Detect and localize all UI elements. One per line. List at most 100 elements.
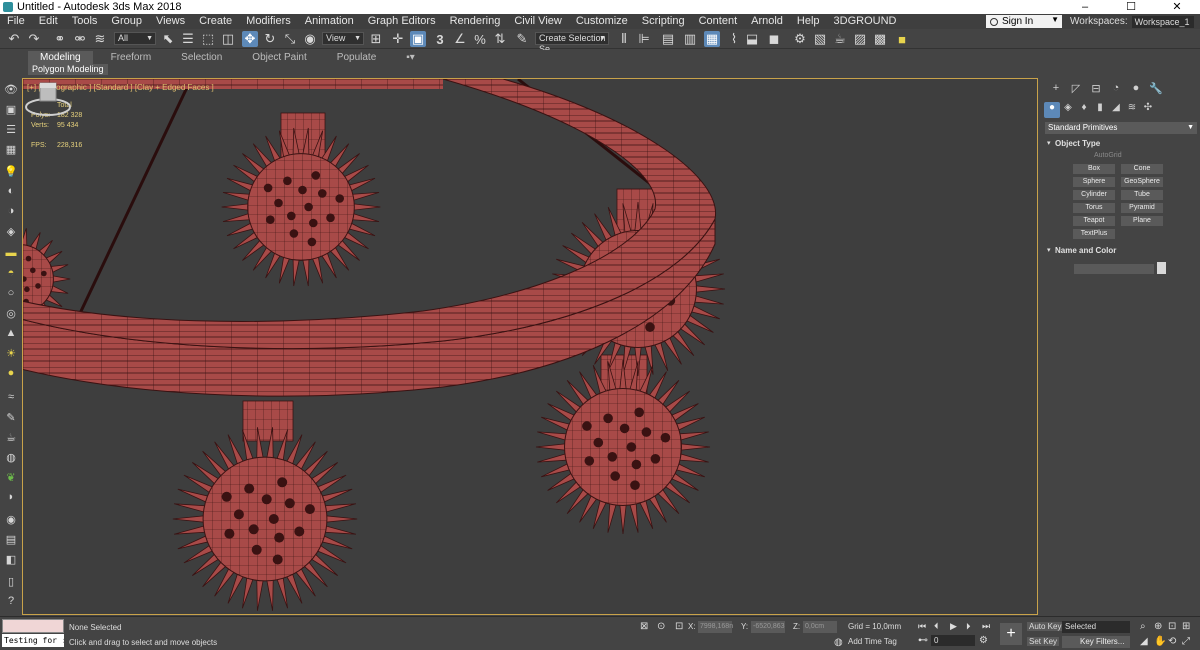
time-tag-icon[interactable]: ◍ (834, 637, 843, 648)
render-online-icon[interactable]: ▩ (872, 31, 888, 47)
set-key-mode-button[interactable]: + (1000, 623, 1022, 645)
help-icon[interactable]: ? (4, 594, 18, 608)
previous-frame-icon[interactable]: ⏴ (934, 621, 939, 632)
menu-edit[interactable]: Edit (32, 14, 65, 29)
sphere-icon[interactable]: ○ (4, 286, 18, 300)
maxscript-listener-input[interactable]: Testing for : (2, 634, 64, 647)
space-warps-icon[interactable]: ≋ (1124, 102, 1140, 118)
teapot-icon[interactable]: ☕ (4, 430, 18, 444)
plane-icon[interactable]: ◓ (4, 266, 18, 280)
menu-tools[interactable]: Tools (65, 14, 105, 29)
scene-explorer-icon[interactable]: ▤ (660, 31, 676, 47)
keyboard-shortcut-icon[interactable]: ▣ (410, 31, 426, 47)
menu-animation[interactable]: Animation (298, 14, 361, 29)
zoom-extents-icon[interactable]: ⊡ (1168, 621, 1176, 632)
render-icon[interactable]: ▤ (4, 532, 18, 546)
link-icon[interactable]: ⚭ (52, 31, 68, 47)
redo-icon[interactable]: ↷ (26, 31, 42, 47)
bind-space-warp-icon[interactable]: ≋ (92, 31, 108, 47)
menu-3dground[interactable]: 3DGROUND (827, 14, 904, 29)
cone-button[interactable]: Cone (1121, 164, 1163, 174)
field-of-view-icon[interactable]: ◢ (1140, 636, 1148, 647)
viewcube[interactable] (23, 79, 73, 119)
render-iterative-icon[interactable]: ▨ (852, 31, 868, 47)
align-icon[interactable]: ⊫ (636, 31, 652, 47)
spacewarp-icon[interactable]: ◈ (4, 224, 18, 238)
material-editor-icon[interactable]: ◼ (766, 31, 782, 47)
zoom-extents-all-icon[interactable]: ⊞ (1182, 621, 1190, 632)
selection-filter-dropdown[interactable]: All ▼ (114, 32, 156, 45)
pan-icon[interactable]: ✋ (1154, 636, 1166, 647)
primitive-category-dropdown[interactable]: Standard Primitives ▼ (1045, 122, 1197, 134)
display-tab-icon[interactable]: ● (1126, 82, 1146, 96)
device-icon[interactable]: ▯ (4, 574, 18, 588)
curve-editor-icon[interactable]: ⌇ (726, 31, 742, 47)
rotate-icon[interactable]: ↻ (262, 31, 278, 47)
named-selection-icon[interactable]: ✎ (514, 31, 530, 47)
minimize-button[interactable]: – (1062, 0, 1108, 14)
tab-freeform[interactable]: Freeform (99, 51, 164, 64)
pivot-center-icon[interactable]: ⊞ (368, 31, 384, 47)
menu-modifiers[interactable]: Modifiers (239, 14, 298, 29)
lock-selection-icon[interactable]: ⊠ (640, 621, 648, 632)
globe-icon[interactable]: ◍ (4, 450, 18, 464)
name-and-color-rollout[interactable]: Name and Color (1045, 245, 1197, 257)
select-by-name-icon[interactable]: ☰ (180, 31, 196, 47)
box-button[interactable]: Box (1073, 164, 1115, 174)
time-config-icon[interactable]: ⚙ (979, 635, 988, 646)
key-selection-dropdown[interactable]: Selected (1062, 621, 1130, 633)
object-type-rollout[interactable]: Object Type (1045, 138, 1197, 150)
shoe-icon[interactable]: ◗ (4, 490, 18, 504)
torus-button[interactable]: Torus (1073, 203, 1115, 213)
camera-icon[interactable]: ◐ (4, 184, 18, 198)
named-selection-sets-dropdown[interactable]: Create Selection Se ▼ (535, 32, 609, 54)
rect-selection-icon[interactable]: ⬚ (200, 31, 216, 47)
box-icon[interactable]: ▬ (4, 246, 18, 260)
sphere-button[interactable]: Sphere (1073, 177, 1115, 187)
disc-icon[interactable]: ● (4, 366, 18, 380)
helper-icon[interactable]: ◑ (4, 204, 18, 218)
percent-snap-icon[interactable]: % (472, 31, 488, 47)
move-icon[interactable]: ✥ (242, 31, 258, 47)
list-icon[interactable]: ☰ (4, 122, 18, 136)
render-production-icon[interactable]: ☕ (832, 31, 848, 47)
menu-content[interactable]: Content (692, 14, 745, 29)
torus-icon[interactable]: ◎ (4, 306, 18, 320)
leaf-icon[interactable]: ❦ (4, 470, 18, 484)
goto-start-icon[interactable]: ⏮ (918, 621, 926, 632)
menu-create[interactable]: Create (192, 14, 239, 29)
z-coord-input[interactable]: 0,0cm (803, 621, 837, 633)
ribbon-panel-polygon-modeling[interactable]: Polygon Modeling (28, 64, 108, 75)
absolute-mode-icon[interactable]: ⊡ (675, 621, 683, 632)
maxscript-listener-output[interactable] (2, 619, 64, 633)
goto-end-icon[interactable]: ⏭ (982, 621, 990, 632)
modify-tab-icon[interactable]: ◸ (1066, 82, 1086, 96)
schematic-view-icon[interactable]: ⬓ (744, 31, 760, 47)
tab-modeling[interactable]: Modeling (28, 51, 93, 64)
wave-icon[interactable]: ≈ (4, 390, 18, 404)
utilities-tab-icon[interactable]: 🔧 (1146, 82, 1166, 96)
menu-file[interactable]: File (0, 14, 32, 29)
grid-icon[interactable]: ▦ (4, 142, 18, 156)
maximize-button[interactable]: ☐ (1108, 0, 1154, 14)
sign-in-button[interactable]: Sign In ▼ (986, 15, 1062, 28)
menu-views[interactable]: Views (149, 14, 192, 29)
menu-help[interactable]: Help (790, 14, 827, 29)
scale-icon[interactable]: ⤡ (282, 31, 298, 47)
tab-selection[interactable]: Selection (169, 51, 234, 64)
sun-icon[interactable]: ☀ (4, 346, 18, 360)
menu-group[interactable]: Group (104, 14, 149, 29)
menu-arnold[interactable]: Arnold (744, 14, 790, 29)
spinner-snap-icon[interactable]: ⇅ (492, 31, 508, 47)
hierarchy-tab-icon[interactable]: ⊟ (1086, 82, 1106, 96)
shapes-icon[interactable]: ◈ (1060, 102, 1076, 118)
menu-civil-view[interactable]: Civil View (507, 14, 568, 29)
autogrid-checkbox[interactable]: AutoGrid (1094, 152, 1122, 159)
ribbon-options-icon[interactable]: ▪▾ (394, 51, 427, 64)
mirror-icon[interactable]: ⫴ (616, 31, 632, 47)
tab-object-paint[interactable]: Object Paint (240, 51, 318, 64)
play-icon[interactable]: ▶ (950, 621, 957, 632)
plane-button[interactable]: Plane (1121, 216, 1163, 226)
auto-key-button[interactable]: Auto Key (1027, 622, 1064, 631)
cylinder-button[interactable]: Cylinder (1073, 190, 1115, 200)
